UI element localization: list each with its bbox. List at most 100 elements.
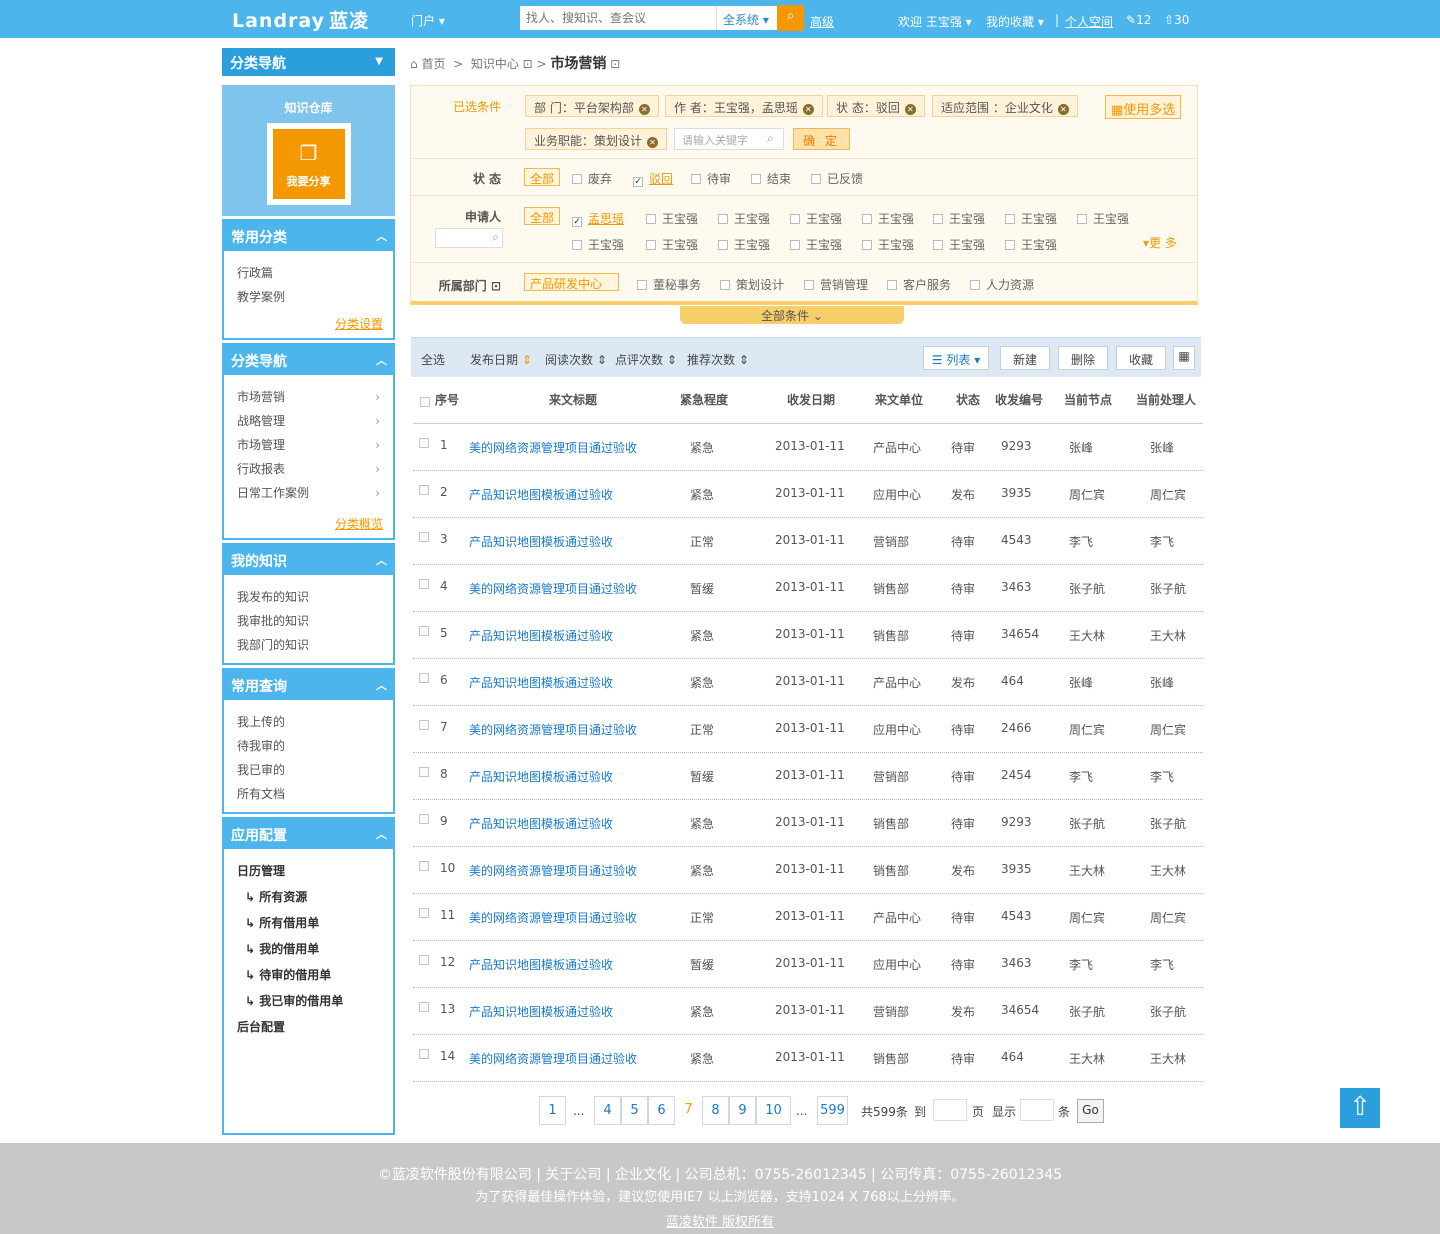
applicant-search-input[interactable]: ⌕	[435, 228, 503, 248]
category-settings-link[interactable]: 分类设置	[224, 315, 393, 338]
applicant-option[interactable]: 王宝强	[1005, 236, 1057, 253]
group-header[interactable]: 分类导航 ︿	[222, 343, 395, 375]
table-row[interactable]: 14 美的网络资源管理项目通过验收 紧急 2013-01-11 销售部 待审 464 王大林 王…	[413, 1035, 1203, 1082]
delete-button[interactable]: 删除	[1058, 346, 1108, 370]
status-option[interactable]: 废弃	[572, 170, 612, 187]
row-checkbox[interactable]	[419, 814, 429, 824]
sidebar-item[interactable]: 我已审的	[237, 758, 380, 782]
close-icon[interactable]: ✕	[1057, 104, 1069, 115]
goto-page-input[interactable]	[933, 1099, 967, 1121]
filter-tag[interactable]: 作 者：王宝强，孟思瑶 ✕	[665, 95, 823, 117]
applicant-option[interactable]: 王宝强	[1005, 210, 1057, 227]
favorites-menu[interactable]: 我的收藏 ▾	[986, 13, 1044, 30]
department-selected[interactable]: 产品研发中心	[524, 273, 620, 291]
filter-tag[interactable]: 适应范围 ：企业文化 ✕	[932, 95, 1078, 117]
category-overview-link[interactable]: 分类概览	[224, 511, 393, 538]
sidebar-item[interactable]: 我发布的知识	[237, 585, 380, 609]
header-checkbox[interactable]	[420, 397, 430, 407]
portal-menu[interactable]: 门户 ▾	[411, 12, 445, 29]
sidebar-item[interactable]: 所有文档	[237, 782, 380, 806]
table-row[interactable]: 5 产品知识地图模板通过验收 紧急 2013-01-11 销售部 待审 34654 王大林 王大…	[413, 612, 1203, 659]
page-link[interactable]: 9	[729, 1096, 756, 1125]
group-header[interactable]: 应用配置 ︿	[222, 817, 395, 849]
page-link[interactable]: 10	[756, 1096, 791, 1125]
department-select[interactable]: 所属部门 ⊡	[411, 277, 501, 294]
sort-read-count[interactable]: 阅读次数 ⇕	[545, 351, 607, 368]
sidebar-item[interactable]: 我部门的知识	[237, 633, 380, 657]
row-title-link[interactable]: 产品知识地图模板通过验收	[469, 815, 613, 832]
sidebar-subitem[interactable]: ↳ 所有借用单	[237, 911, 380, 937]
row-checkbox[interactable]	[419, 955, 429, 965]
sidebar-item[interactable]: 行政篇	[237, 261, 380, 285]
table-row[interactable]: 12 产品知识地图模板通过验收 暂缓 2013-01-11 应用中心 待审 3463 李飞 李飞	[413, 941, 1203, 988]
close-icon[interactable]: ✕	[638, 104, 650, 115]
group-header[interactable]: 我的知识 ︿	[222, 543, 395, 575]
row-title-link[interactable]: 产品知识地图模板通过验收	[469, 768, 613, 785]
dropdown-icon[interactable]: ⊡	[523, 57, 533, 71]
sidebar-subitem[interactable]: ↳ 待审的借用单	[237, 963, 380, 989]
sidebar-item[interactable]: 待我审的	[237, 734, 380, 758]
all-conditions-toggle[interactable]: 全部条件 ⌄	[680, 306, 904, 324]
filter-tag[interactable]: 状 态：驳回 ✕	[827, 95, 925, 117]
table-row[interactable]: 2 产品知识地图模板通过验收 紧急 2013-01-11 应用中心 发布 3935 周仁宾 周仁…	[413, 471, 1203, 518]
table-row[interactable]: 1 美的网络资源管理项目通过验收 紧急 2013-01-11 产品中心 待审 9293 张峰 张…	[413, 424, 1203, 471]
upload-notice[interactable]: ⇧30	[1164, 13, 1189, 27]
row-title-link[interactable]: 产品知识地图模板通过验收	[469, 1003, 613, 1020]
page-link[interactable]: 5	[621, 1096, 648, 1125]
applicant-all-button[interactable]: 全部	[524, 207, 561, 225]
row-checkbox[interactable]	[419, 767, 429, 777]
status-option[interactable]: 待审	[691, 170, 731, 187]
personal-space-link[interactable]: 个人空间	[1065, 13, 1113, 30]
row-checkbox[interactable]	[419, 579, 429, 589]
table-row[interactable]: 7 美的网络资源管理项目通过验收 正常 2013-01-11 应用中心 待审 2466 周仁宾…	[413, 706, 1203, 753]
breadcrumb-home[interactable]: 首页	[421, 57, 445, 71]
row-title-link[interactable]: 产品知识地图模板通过验收	[469, 674, 613, 691]
applicant-option[interactable]: 王宝强	[646, 236, 698, 253]
row-checkbox[interactable]	[419, 438, 429, 448]
table-row[interactable]: 13 产品知识地图模板通过验收 紧急 2013-01-11 营销部 发布 34654 张子航 张…	[413, 988, 1203, 1035]
group-header[interactable]: 常用查询 ︿	[222, 668, 395, 700]
row-checkbox[interactable]	[419, 1002, 429, 1012]
page-link[interactable]: 8	[702, 1096, 729, 1125]
page-link[interactable]: 7	[675, 1096, 702, 1125]
sort-recommend-count[interactable]: 推荐次数 ⇕	[687, 351, 749, 368]
applicant-option[interactable]: 王宝强	[1077, 210, 1129, 227]
sidebar-item-calendar[interactable]: 日历管理	[237, 859, 380, 885]
filter-tag[interactable]: 业务职能：策划设计 ✕	[525, 128, 668, 150]
applicant-option[interactable]: 王宝强	[646, 210, 698, 227]
grid-view-button[interactable]: ▦	[1173, 346, 1195, 370]
department-option[interactable]: 策划设计	[720, 276, 784, 293]
sidebar-subitem[interactable]: ↳ 我的借用单	[237, 937, 380, 963]
search-input[interactable]	[520, 6, 716, 30]
confirm-button[interactable]: 确 定	[793, 128, 850, 150]
sidebar-item[interactable]: 行政报表 ›	[237, 457, 380, 481]
advanced-search-link[interactable]: 高级	[810, 13, 834, 30]
select-all-button[interactable]: 全选	[421, 351, 445, 368]
filter-tag[interactable]: 部 门：平台架构部 ✕	[525, 95, 659, 117]
table-row[interactable]: 10 美的网络资源管理项目通过验收 紧急 2013-01-11 销售部 发布 3935 王大林…	[413, 847, 1203, 894]
row-title-link[interactable]: 美的网络资源管理项目通过验收	[469, 439, 637, 456]
status-option[interactable]: 结束	[751, 170, 791, 187]
table-row[interactable]: 6 产品知识地图模板通过验收 紧急 2013-01-11 产品中心 发布 464 张峰 张峰	[413, 659, 1203, 706]
edit-notice[interactable]: ✎12	[1126, 13, 1151, 27]
share-button[interactable]: ❐ 我要分享	[266, 123, 351, 205]
go-button[interactable]: Go	[1077, 1099, 1104, 1123]
new-button[interactable]: 新建	[1000, 346, 1050, 370]
page-link[interactable]: 599	[817, 1096, 848, 1125]
applicant-option[interactable]: ✓ 孟思瑶	[572, 210, 624, 227]
search-scope-select[interactable]: 全系统 ▾	[716, 6, 777, 30]
page-link[interactable]: 4	[594, 1096, 621, 1125]
group-header[interactable]: 常用分类 ︿	[222, 219, 395, 251]
favorite-button[interactable]: 收藏	[1116, 346, 1166, 370]
dropdown-icon[interactable]: ⊡	[610, 57, 620, 71]
table-row[interactable]: 9 产品知识地图模板通过验收 紧急 2013-01-11 销售部 待审 9293 张子航 张子航	[413, 800, 1203, 847]
row-title-link[interactable]: 美的网络资源管理项目通过验收	[469, 580, 637, 597]
row-title-link[interactable]: 产品知识地图模板通过验收	[469, 627, 613, 644]
row-title-link[interactable]: 美的网络资源管理项目通过验收	[469, 721, 637, 738]
row-checkbox[interactable]	[419, 908, 429, 918]
table-row[interactable]: 3 产品知识地图模板通过验收 正常 2013-01-11 营销部 待审 4543 李飞 李飞	[413, 518, 1203, 565]
department-option[interactable]: 营销管理	[804, 276, 868, 293]
close-icon[interactable]: ✕	[904, 104, 916, 115]
table-row[interactable]: 8 产品知识地图模板通过验收 暂缓 2013-01-11 营销部 待审 2454 李飞 李飞	[413, 753, 1203, 800]
sidebar-item[interactable]: 日常工作案例 ›	[237, 481, 380, 505]
